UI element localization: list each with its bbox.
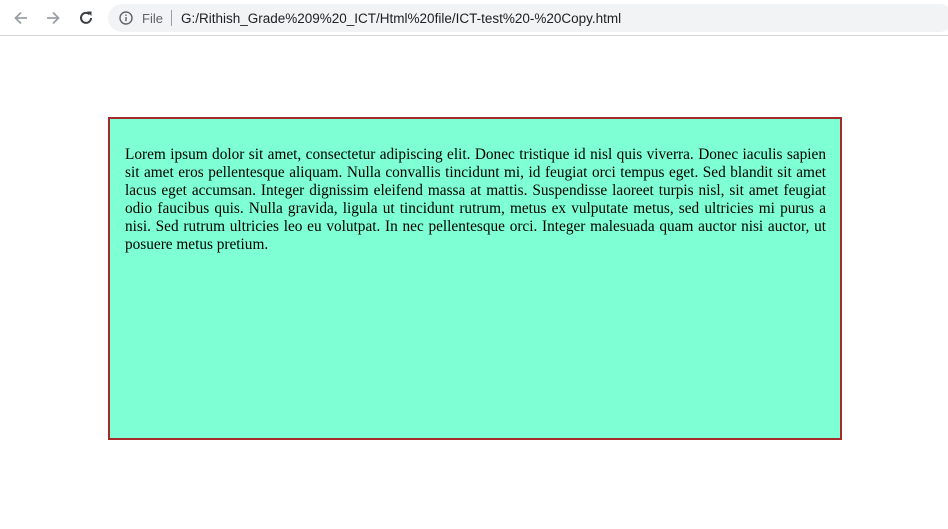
- browser-toolbar: File G:/Rithish_Grade%209%20_ICT/Html%20…: [0, 0, 948, 36]
- content-box: Lorem ipsum dolor sit amet, consectetur …: [108, 117, 842, 440]
- info-icon[interactable]: [118, 10, 134, 26]
- address-bar[interactable]: File G:/Rithish_Grade%209%20_ICT/Html%20…: [108, 4, 948, 32]
- back-button[interactable]: [9, 6, 33, 30]
- address-divider: [170, 10, 172, 26]
- arrow-right-icon: [44, 9, 62, 27]
- reload-icon: [77, 9, 95, 27]
- forward-button[interactable]: [41, 6, 65, 30]
- url-text[interactable]: G:/Rithish_Grade%209%20_ICT/Html%20file/…: [181, 11, 621, 26]
- arrow-left-icon: [12, 9, 30, 27]
- lorem-paragraph: Lorem ipsum dolor sit amet, consectetur …: [125, 146, 826, 253]
- reload-button[interactable]: [74, 6, 98, 30]
- scheme-label: File: [142, 10, 163, 26]
